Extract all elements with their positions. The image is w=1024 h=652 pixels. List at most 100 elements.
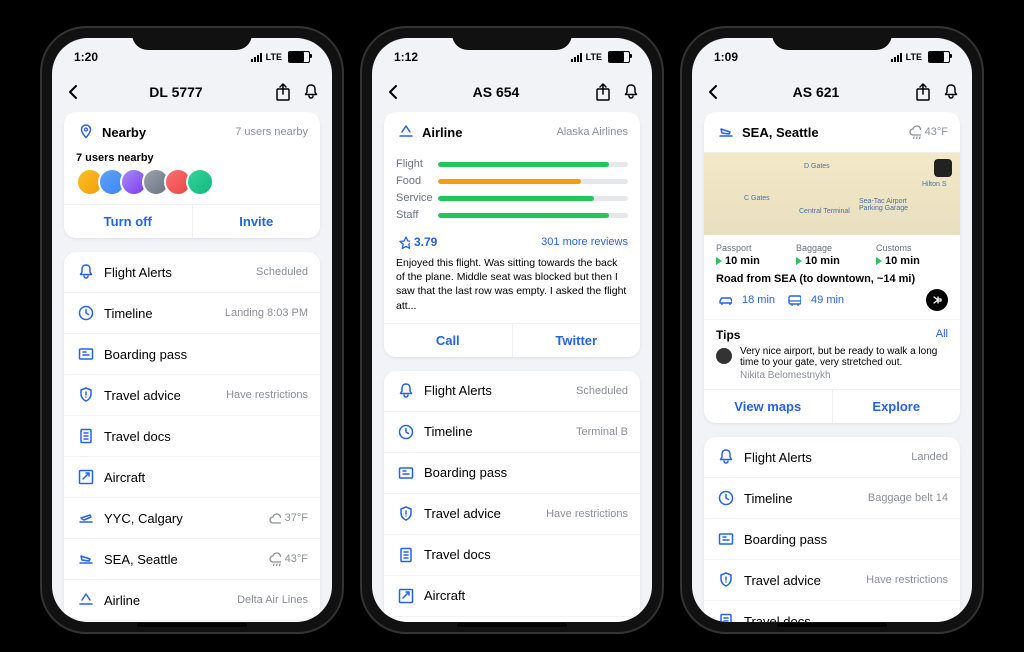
plane-icon [76,467,94,487]
bell-icon [76,262,94,282]
menu-row-label: Airline [104,593,237,608]
review-text: Enjoyed this flight. Was sitting towards… [384,256,640,323]
airline-icon [76,590,94,610]
phone-1: 1:20 LTE DL 5777 Nearby 7 users nearby [42,28,342,632]
menu-row-clock[interactable]: TimelineLanding 8:03 PM [64,292,320,333]
nearby-card[interactable]: Nearby 7 users nearby 7 users nearby [64,112,320,238]
flight-menu-list: Flight AlertsScheduledTimelineTerminal B… [384,371,640,622]
menu-row-shield[interactable]: Travel adviceHave restrictions [64,374,320,415]
menu-row-docs[interactable]: Travel docs [384,534,640,575]
menu-row-bell[interactable]: Flight AlertsLanded [704,437,960,477]
menu-row-shield[interactable]: Travel adviceHave restrictions [704,559,960,600]
rating-bar-track [438,196,628,201]
back-button[interactable] [384,82,408,102]
menu-row-sub: Have restrictions [546,508,628,520]
menu-row-arrive[interactable]: SEA, Seattle43°F [64,538,320,579]
menu-row-sub: Scheduled [576,385,628,397]
car-time[interactable]: 18 min [742,294,775,306]
menu-row-depart[interactable]: SEA, Seattle43°F [384,616,640,622]
menu-row-clock[interactable]: TimelineBaggage belt 14 [704,477,960,518]
twitter-button[interactable]: Twitter [513,324,641,357]
menu-row-pass[interactable]: Boarding pass [64,333,320,374]
home-indicator[interactable] [137,623,247,627]
menu-row-label: Aircraft [104,470,308,485]
map-label: Hilton S [922,181,947,188]
tip-author: Nikita Belomestnykh [740,370,948,381]
menu-row-plane[interactable]: Aircraft [64,456,320,497]
menu-row-label: Flight Alerts [104,265,256,280]
back-button[interactable] [64,82,88,102]
menu-row-airline[interactable]: AirlineDelta Air Lines [64,579,320,620]
airline-icon [396,122,414,142]
menu-row-bell[interactable]: Flight AlertsScheduled [64,252,320,292]
airport-temp: 43°F [925,126,948,138]
tips-all-link[interactable]: All [936,328,948,342]
menu-row-label: Flight Alerts [744,450,911,465]
back-button[interactable] [704,82,728,102]
menu-row-clock[interactable]: TimelineTerminal B [384,411,640,452]
home-indicator[interactable] [777,623,887,627]
wait-block: Baggage10 min [796,243,868,267]
invite-button[interactable]: Invite [193,205,321,238]
rating-value: 3.79 [414,235,437,249]
network-label: LTE [906,52,922,62]
depart-icon [76,508,94,528]
menu-row-sub: Delta Air Lines [237,594,308,606]
map-label: D Gates [804,163,830,170]
clock-text: 1:12 [394,50,418,64]
signal-icon [251,53,262,62]
share-button[interactable] [592,82,612,102]
menu-row-label: Timeline [744,491,868,506]
wait-value: 10 min [876,255,948,267]
notifications-button[interactable] [940,82,960,102]
app-header: DL 5777 [52,72,332,112]
menu-row-shield[interactable]: Travel adviceHave restrictions [384,493,640,534]
pass-icon [396,463,414,483]
clock-icon [396,422,414,442]
battery-icon [608,51,630,63]
airline-card[interactable]: Airline Alaska Airlines FlightFoodServic… [384,112,640,357]
header-title: DL 5777 [88,84,264,100]
map-label: C Gates [744,195,770,202]
menu-row-docs[interactable]: Travel docs [704,600,960,622]
menu-row-docs[interactable]: Travel docs [64,415,320,456]
explore-button[interactable]: Explore [833,390,961,423]
share-button[interactable] [912,82,932,102]
airport-card[interactable]: SEA, Seattle 43°F D Gates C Gates Centra… [704,112,960,423]
play-icon [796,257,802,265]
shield-icon [76,385,94,405]
view-maps-button[interactable]: View maps [704,390,833,423]
airport-label: SEA, Seattle [742,125,907,140]
wait-label: Baggage [796,243,868,253]
turn-off-button[interactable]: Turn off [64,205,193,238]
rating-bar-fill [438,162,609,167]
directions-button[interactable] [926,289,948,311]
menu-row-sub: Terminal B [576,426,628,438]
app-header: AS 654 [372,72,652,112]
header-title: AS 654 [408,84,584,100]
more-reviews-link[interactable]: 301 more reviews [541,236,628,248]
menu-row-dollar[interactable]: Expense tracking [64,620,320,622]
rating-bar-row: Staff [396,209,628,221]
notifications-button[interactable] [300,82,320,102]
bell-icon [396,381,414,401]
share-button[interactable] [272,82,292,102]
menu-row-label: Travel advice [744,573,866,588]
menu-row-bell[interactable]: Flight AlertsScheduled [384,371,640,411]
airport-map[interactable]: D Gates C Gates Central Terminal Sea-Tac… [704,152,960,235]
home-indicator[interactable] [457,623,567,627]
bus-time[interactable]: 49 min [811,294,844,306]
rating-bar-row: Food [396,175,628,187]
menu-row-pass[interactable]: Boarding pass [384,452,640,493]
tip-text: Very nice airport, but be ready to walk … [740,346,948,368]
menu-row-depart[interactable]: YYC, Calgary37°F [64,497,320,538]
shield-icon [716,570,734,590]
avatar-stack[interactable] [76,168,308,196]
call-button[interactable]: Call [384,324,513,357]
menu-row-label: Travel advice [104,388,226,403]
menu-row-plane[interactable]: Aircraft [384,575,640,616]
notifications-button[interactable] [620,82,640,102]
menu-row-pass[interactable]: Boarding pass [704,518,960,559]
phone-2: 1:12 LTE AS 654 Airline Alaska Airlines … [362,28,662,632]
arrive-icon [716,122,734,142]
